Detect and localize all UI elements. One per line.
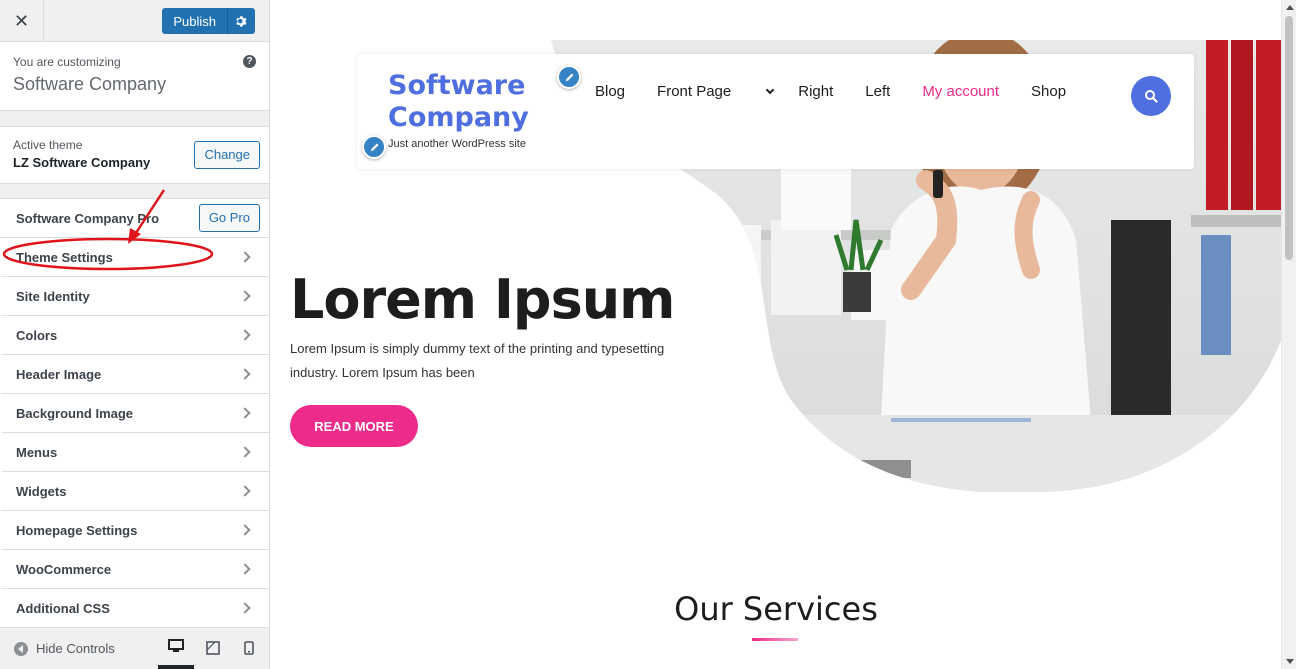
nav-my-account[interactable]: My account bbox=[922, 83, 999, 100]
customizing-label: You are customizing bbox=[13, 55, 121, 69]
edit-shortcut-logo[interactable] bbox=[557, 65, 581, 89]
services-underline bbox=[752, 638, 798, 641]
pencil-icon bbox=[565, 72, 574, 81]
nav-right[interactable]: Right bbox=[798, 83, 833, 100]
section-label: Header Image bbox=[16, 366, 102, 382]
publish-group: Publish bbox=[162, 8, 255, 34]
section-label: Colors bbox=[16, 327, 58, 343]
site-tagline: Just another WordPress site bbox=[388, 138, 526, 150]
active-theme-panel: Active theme LZ Software Company Change bbox=[0, 126, 269, 184]
section-homepage-settings[interactable]: Homepage Settings bbox=[0, 511, 269, 550]
chevron-right-icon bbox=[239, 329, 251, 341]
hide-controls-button[interactable]: Hide Controls bbox=[36, 641, 115, 656]
section-label: Homepage Settings bbox=[16, 522, 138, 538]
customizer-topbar: ✕ Publish bbox=[0, 0, 269, 42]
customizing-site-name: Software Company bbox=[13, 74, 167, 94]
chevron-right-icon bbox=[239, 563, 251, 575]
search-icon bbox=[1145, 90, 1158, 103]
collapse-arrow-icon[interactable] bbox=[14, 641, 28, 656]
help-icon[interactable]: ? bbox=[243, 55, 256, 68]
close-customizer-button[interactable]: ✕ bbox=[0, 0, 44, 42]
section-background-image[interactable]: Background Image bbox=[0, 394, 269, 433]
publish-settings-button[interactable] bbox=[227, 8, 255, 34]
section-label: Background Image bbox=[16, 405, 134, 421]
preview-scrollbar[interactable] bbox=[1281, 0, 1296, 669]
pencil-icon bbox=[370, 142, 379, 151]
section-label: Theme Settings bbox=[16, 249, 113, 265]
scrollbar-thumb[interactable] bbox=[1285, 16, 1293, 260]
chevron-right-icon bbox=[239, 524, 251, 536]
desktop-preview-button[interactable] bbox=[158, 627, 194, 669]
section-woocommerce[interactable]: WooCommerce bbox=[0, 550, 269, 589]
change-theme-button[interactable]: Change bbox=[194, 141, 260, 169]
chevron-right-icon bbox=[239, 407, 251, 419]
site-logo[interactable]: Software Company bbox=[388, 70, 529, 134]
customizer-sections: Software Company Pro Go Pro Theme Settin… bbox=[0, 198, 269, 628]
nav-front-page-label: Front Page bbox=[657, 83, 732, 100]
search-button[interactable] bbox=[1131, 76, 1171, 116]
section-label: Widgets bbox=[16, 483, 67, 499]
scroll-up-arrow-icon[interactable] bbox=[1286, 5, 1294, 10]
services-title: Our Services bbox=[674, 590, 878, 628]
section-label: Additional CSS bbox=[16, 600, 110, 616]
nav-blog[interactable]: Blog bbox=[595, 83, 625, 100]
section-header-image[interactable]: Header Image bbox=[0, 355, 269, 394]
chevron-right-icon bbox=[239, 251, 251, 263]
chevron-right-icon bbox=[239, 485, 251, 497]
pro-section-label: Software Company Pro bbox=[16, 210, 160, 226]
scroll-down-arrow-icon[interactable] bbox=[1286, 659, 1294, 664]
desktop-icon bbox=[168, 639, 184, 652]
primary-nav: Blog Front Page Right Left My account Sh… bbox=[595, 83, 1098, 100]
hero-title: Lorem Ipsum bbox=[290, 268, 675, 331]
section-theme-settings[interactable]: Theme Settings bbox=[0, 238, 269, 277]
section-label: WooCommerce bbox=[16, 561, 112, 577]
site-preview: Software Company Just another WordPress … bbox=[271, 0, 1281, 669]
publish-button[interactable]: Publish bbox=[162, 8, 227, 34]
read-more-button[interactable]: READ MORE bbox=[290, 405, 418, 447]
customizing-info: You are customizing Software Company ? bbox=[0, 42, 269, 111]
chevron-right-icon bbox=[239, 368, 251, 380]
section-site-identity[interactable]: Site Identity bbox=[0, 277, 269, 316]
nav-left[interactable]: Left bbox=[865, 83, 890, 100]
nav-shop[interactable]: Shop bbox=[1031, 83, 1066, 100]
site-header: Software Company Just another WordPress … bbox=[357, 54, 1194, 169]
customizer-footer: Hide Controls bbox=[0, 627, 269, 669]
hero-text: Lorem Ipsum is simply dummy text of the … bbox=[290, 341, 665, 380]
nav-front-page[interactable]: Front Page bbox=[657, 83, 775, 100]
customizer-sidebar: ✕ Publish You are customizing Software C… bbox=[0, 0, 270, 669]
chevron-right-icon bbox=[239, 290, 251, 302]
mobile-icon bbox=[244, 641, 254, 655]
tablet-icon bbox=[206, 641, 220, 655]
chevron-right-icon bbox=[239, 602, 251, 614]
logo-line-2: Company bbox=[388, 102, 529, 133]
section-additional-css[interactable]: Additional CSS bbox=[0, 589, 269, 628]
section-menus[interactable]: Menus bbox=[0, 433, 269, 472]
section-colors[interactable]: Colors bbox=[0, 316, 269, 355]
pro-section: Software Company Pro Go Pro bbox=[0, 199, 269, 238]
chevron-down-icon bbox=[766, 85, 775, 95]
section-label: Site Identity bbox=[16, 288, 90, 304]
gear-icon bbox=[236, 15, 247, 27]
mobile-preview-button[interactable] bbox=[231, 627, 267, 669]
edit-shortcut-tagline[interactable] bbox=[362, 135, 386, 159]
section-label: Menus bbox=[16, 444, 58, 460]
section-widgets[interactable]: Widgets bbox=[0, 472, 269, 511]
logo-line-1: Software bbox=[388, 70, 526, 101]
chevron-right-icon bbox=[239, 446, 251, 458]
go-pro-button[interactable]: Go Pro bbox=[198, 204, 260, 232]
tablet-preview-button[interactable] bbox=[195, 627, 231, 669]
